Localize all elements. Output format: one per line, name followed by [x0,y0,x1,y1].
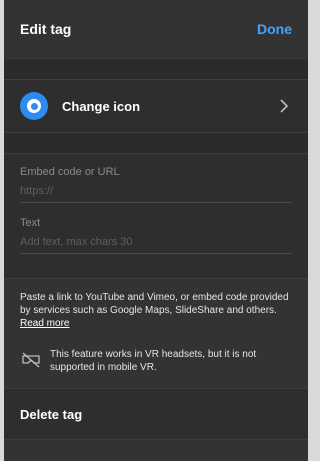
circle-dot-icon [20,92,48,120]
embed-field-label: Embed code or URL [20,166,120,178]
embed-help-paragraph: Paste a link to YouTube and Vimeo, or em… [20,292,289,316]
done-button[interactable]: Done [257,21,292,37]
panel-title: Edit tag [20,21,72,37]
embed-help-text: Paste a link to YouTube and Vimeo, or em… [20,291,292,330]
tag-fields: Embed code or URL Text [4,153,308,278]
text-field-group: Text [20,217,292,254]
embed-field-group: Embed code or URL [20,166,292,203]
edit-tag-panel: Edit tag Done Change icon Embed code or … [4,0,308,461]
section-divider [4,133,308,153]
delete-tag-label: Delete tag [20,406,83,422]
change-icon-button[interactable]: Change icon [4,79,308,133]
panel-header: Edit tag Done [4,0,308,58]
vr-headset-off-icon [22,352,40,368]
section-divider [4,58,308,79]
text-field-label: Text [20,217,41,229]
embed-url-input[interactable] [20,183,292,203]
info-section: Paste a link to YouTube and Vimeo, or em… [4,278,308,388]
change-icon-label: Change icon [62,98,141,114]
delete-tag-button[interactable]: Delete tag [4,388,308,440]
read-more-link[interactable]: Read more [20,318,69,329]
tag-text-input[interactable] [20,234,292,254]
chevron-right-icon [280,99,289,113]
vr-notice: This feature works in VR headsets, but i… [20,348,292,374]
vr-notice-text: This feature works in VR headsets, but i… [50,349,257,373]
